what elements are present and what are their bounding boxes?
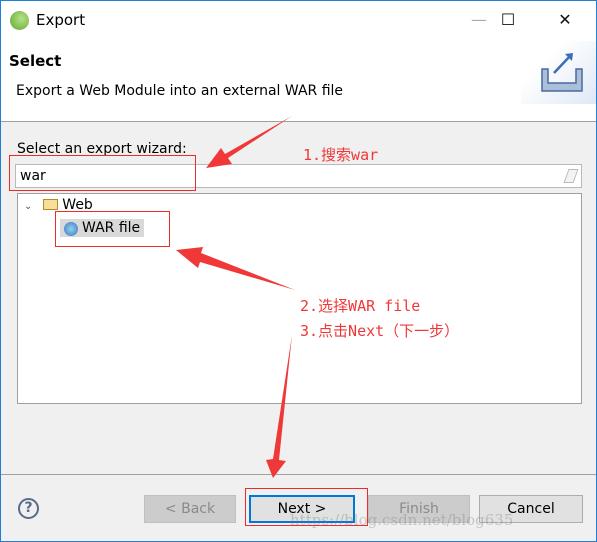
annotation-step1: 1.搜索war — [303, 146, 379, 164]
arrow-3 — [266, 335, 292, 478]
arrow-1 — [206, 116, 292, 168]
annotation-step2: 2.选择WAR file — [300, 297, 421, 315]
annotation-step3: 3.点击Next（下一步） — [300, 322, 460, 340]
watermark: https://blog.csdn.net/blog635 — [290, 511, 514, 529]
annotation-arrows — [176, 116, 295, 478]
arrow-2 — [176, 247, 295, 290]
